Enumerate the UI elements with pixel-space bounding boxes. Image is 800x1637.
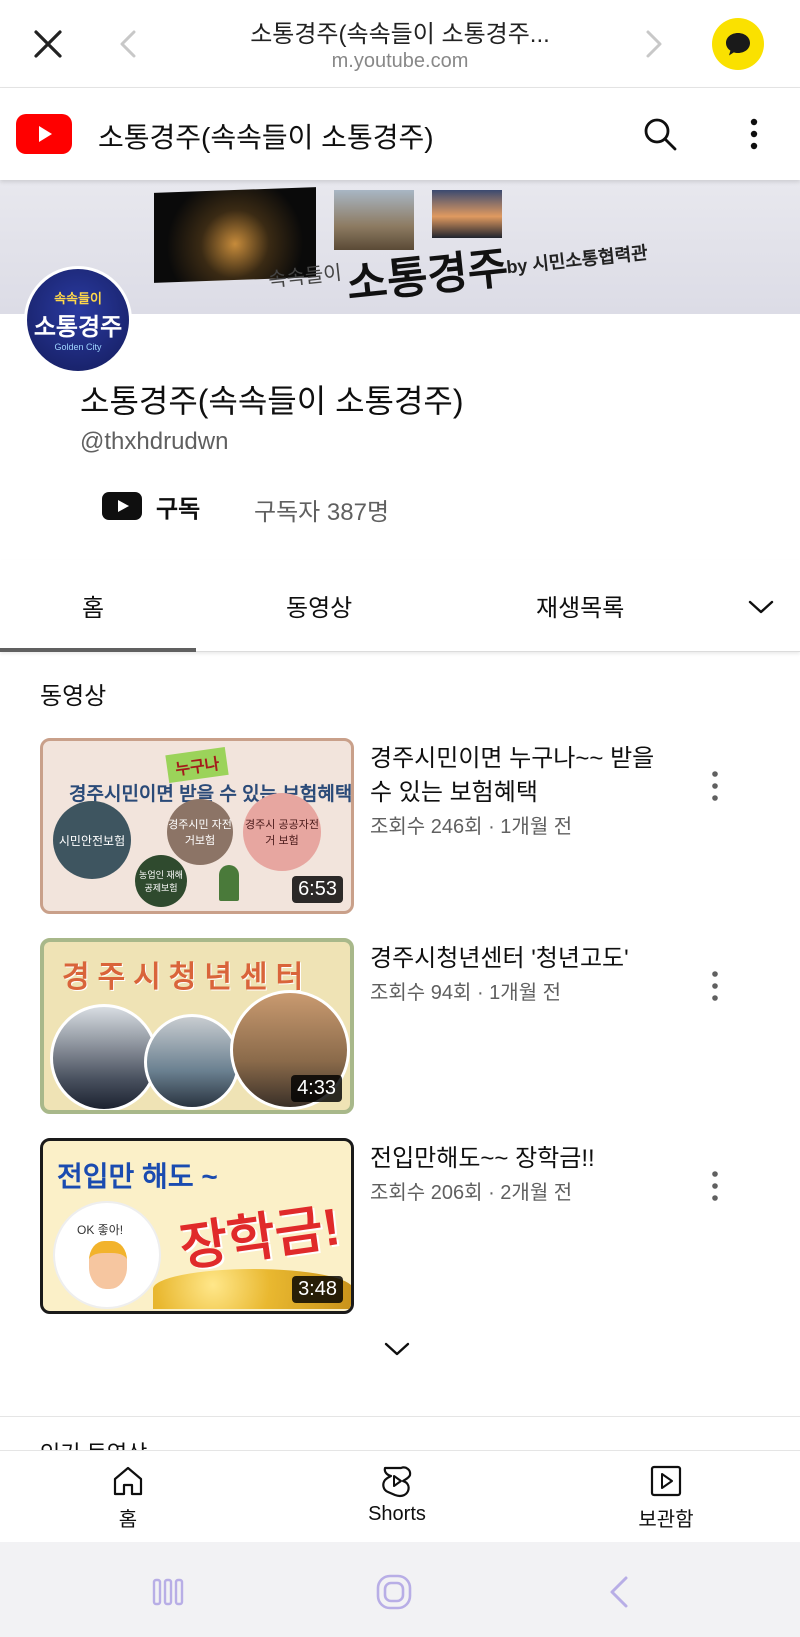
active-tab-indicator bbox=[0, 648, 196, 652]
video-item[interactable]: 누구나 경주시민이면 받을 수 있는 보험혜택 시민안전보험 경주시민 자전거보… bbox=[0, 738, 800, 918]
video-thumbnail[interactable]: 누구나 경주시민이면 받을 수 있는 보험혜택 시민안전보험 경주시민 자전거보… bbox=[40, 738, 354, 914]
system-navigation-bar bbox=[0, 1542, 800, 1637]
video-meta: 조회수 206회 · 2개월 전 bbox=[370, 1182, 573, 1204]
video-item[interactable]: 경주시청년센터 4:33 경주시청년센터 '청년고도' 조회수 94회 · 1개… bbox=[0, 938, 800, 1118]
thumbnail-circle: 경주시 공공자전거 보험 bbox=[243, 793, 321, 871]
subscribe-button[interactable]: 구독 bbox=[102, 488, 200, 524]
video-title[interactable]: 전입만해도~~ 장학금!! bbox=[370, 1142, 670, 1176]
video-duration: 3:48 bbox=[292, 1276, 343, 1303]
next-section-title: 인기 동영상 bbox=[40, 1436, 147, 1450]
nav-shorts[interactable]: Shorts bbox=[327, 1463, 467, 1526]
thumbnail-circle: 시민안전보험 bbox=[53, 801, 131, 879]
thumbnail-big-text: 장학금! bbox=[176, 1198, 344, 1278]
bottom-navigation: 홈 Shorts 보관함 bbox=[0, 1450, 800, 1542]
kakaotalk-share-button[interactable] bbox=[712, 18, 764, 70]
avatar-text-bottom: Golden City bbox=[54, 342, 102, 352]
avatar-text-top: 속속들이 bbox=[54, 291, 102, 306]
home-icon bbox=[113, 1466, 143, 1496]
nav-label: 보관함 bbox=[638, 1509, 694, 1531]
thumbnail-circle: 농업인 재해공제보험 bbox=[135, 855, 187, 907]
forward-arrow-icon[interactable] bbox=[638, 26, 668, 62]
search-icon[interactable] bbox=[640, 114, 680, 154]
thumbnail-photo-circle bbox=[50, 1004, 158, 1110]
nav-library[interactable]: 보관함 bbox=[596, 1463, 736, 1532]
more-vert-icon[interactable] bbox=[740, 114, 768, 154]
video-meta: 조회수 94회 · 1개월 전 bbox=[370, 982, 562, 1004]
thumbnail-photo-circle bbox=[144, 1014, 240, 1110]
nav-home[interactable]: 홈 bbox=[58, 1463, 198, 1532]
recent-apps-icon[interactable] bbox=[148, 1572, 188, 1612]
more-vert-icon[interactable] bbox=[704, 1166, 726, 1206]
tab-playlists[interactable]: 재생목록 bbox=[536, 588, 624, 623]
youtube-subscribe-icon bbox=[102, 492, 142, 520]
system-home-icon[interactable] bbox=[374, 1572, 414, 1612]
video-duration: 6:53 bbox=[292, 876, 343, 903]
channel-name: 소통경주(속속들이 소통경주) bbox=[80, 383, 464, 419]
tab-home[interactable]: 홈 bbox=[82, 588, 104, 623]
section-divider bbox=[0, 1416, 800, 1417]
king-character-illustration: OK 좋아! bbox=[55, 1203, 159, 1307]
shorts-icon bbox=[382, 1466, 412, 1498]
back-arrow-icon[interactable] bbox=[114, 26, 144, 62]
youtube-header: 소통경주(속속들이 소통경주) bbox=[0, 88, 800, 180]
avatar-text-main: 소통경주 bbox=[33, 314, 123, 341]
system-back-icon[interactable] bbox=[600, 1572, 640, 1612]
thumbnail-circle: 경주시민 자전거보험 bbox=[167, 799, 233, 865]
expand-chevron-icon[interactable] bbox=[380, 1336, 414, 1362]
video-thumbnail[interactable]: 전입만 해도 ~ 장학금! OK 좋아! 3:48 bbox=[40, 1138, 354, 1314]
section-title: 동영상 bbox=[40, 683, 107, 710]
plant-illustration bbox=[219, 865, 239, 901]
more-vert-icon[interactable] bbox=[704, 766, 726, 806]
header-channel-title: 소통경주(속속들이 소통경주) bbox=[98, 122, 434, 153]
video-thumbnail[interactable]: 경주시청년센터 4:33 bbox=[40, 938, 354, 1114]
play-icon bbox=[39, 126, 52, 142]
thumbnail-speech: OK 좋아! bbox=[77, 1223, 124, 1237]
chat-bubble-icon bbox=[726, 33, 750, 56]
banner-subtitle: 속속들이 bbox=[267, 262, 343, 292]
video-item[interactable]: 전입만 해도 ~ 장학금! OK 좋아! 3:48 전입만해도~~ 장학금!! … bbox=[0, 1138, 800, 1318]
subscribe-label: 구독 bbox=[156, 495, 201, 523]
browser-toolbar: 소통경주(속속들이 소통경주... m.youtube.com bbox=[0, 0, 800, 88]
nav-label: Shorts bbox=[368, 1503, 426, 1525]
close-icon[interactable] bbox=[30, 26, 66, 62]
youtube-logo-icon[interactable] bbox=[16, 114, 72, 154]
video-title[interactable]: 경주시청년센터 '청년고도' bbox=[370, 942, 690, 976]
browser-page-title: 소통경주(속속들이 소통경주... bbox=[250, 21, 550, 48]
banner-photo-sunset bbox=[432, 190, 502, 238]
channel-handle: @thxhdrudwn bbox=[80, 428, 229, 455]
channel-avatar[interactable]: 속속들이 소통경주 Golden City bbox=[24, 266, 132, 374]
video-duration: 4:33 bbox=[291, 1075, 342, 1102]
banner-photo-pagoda bbox=[334, 190, 414, 250]
banner-byline: by 시민소통협력관 bbox=[505, 242, 649, 278]
thumbnail-headline: 전입만 해도 ~ bbox=[57, 1161, 218, 1192]
browser-url[interactable]: m.youtube.com bbox=[180, 50, 620, 73]
subscriber-count: 구독자 387명 bbox=[254, 499, 390, 526]
thumbnail-headline: 경주시청년센터 bbox=[62, 961, 312, 994]
tab-videos[interactable]: 동영상 bbox=[286, 588, 352, 623]
more-vert-icon[interactable] bbox=[704, 966, 726, 1006]
video-title[interactable]: 경주시민이면 누구나~~ 받을 수 있는 보험혜택 bbox=[370, 742, 670, 810]
thumbnail-tag: 누구나 bbox=[165, 746, 229, 784]
library-icon bbox=[650, 1465, 682, 1497]
king-face bbox=[89, 1241, 127, 1289]
channel-tabs: 홈 동영상 재생목록 bbox=[0, 560, 800, 652]
chevron-down-icon[interactable] bbox=[746, 592, 776, 622]
nav-label: 홈 bbox=[118, 1509, 138, 1531]
video-meta: 조회수 246회 · 1개월 전 bbox=[370, 816, 573, 838]
